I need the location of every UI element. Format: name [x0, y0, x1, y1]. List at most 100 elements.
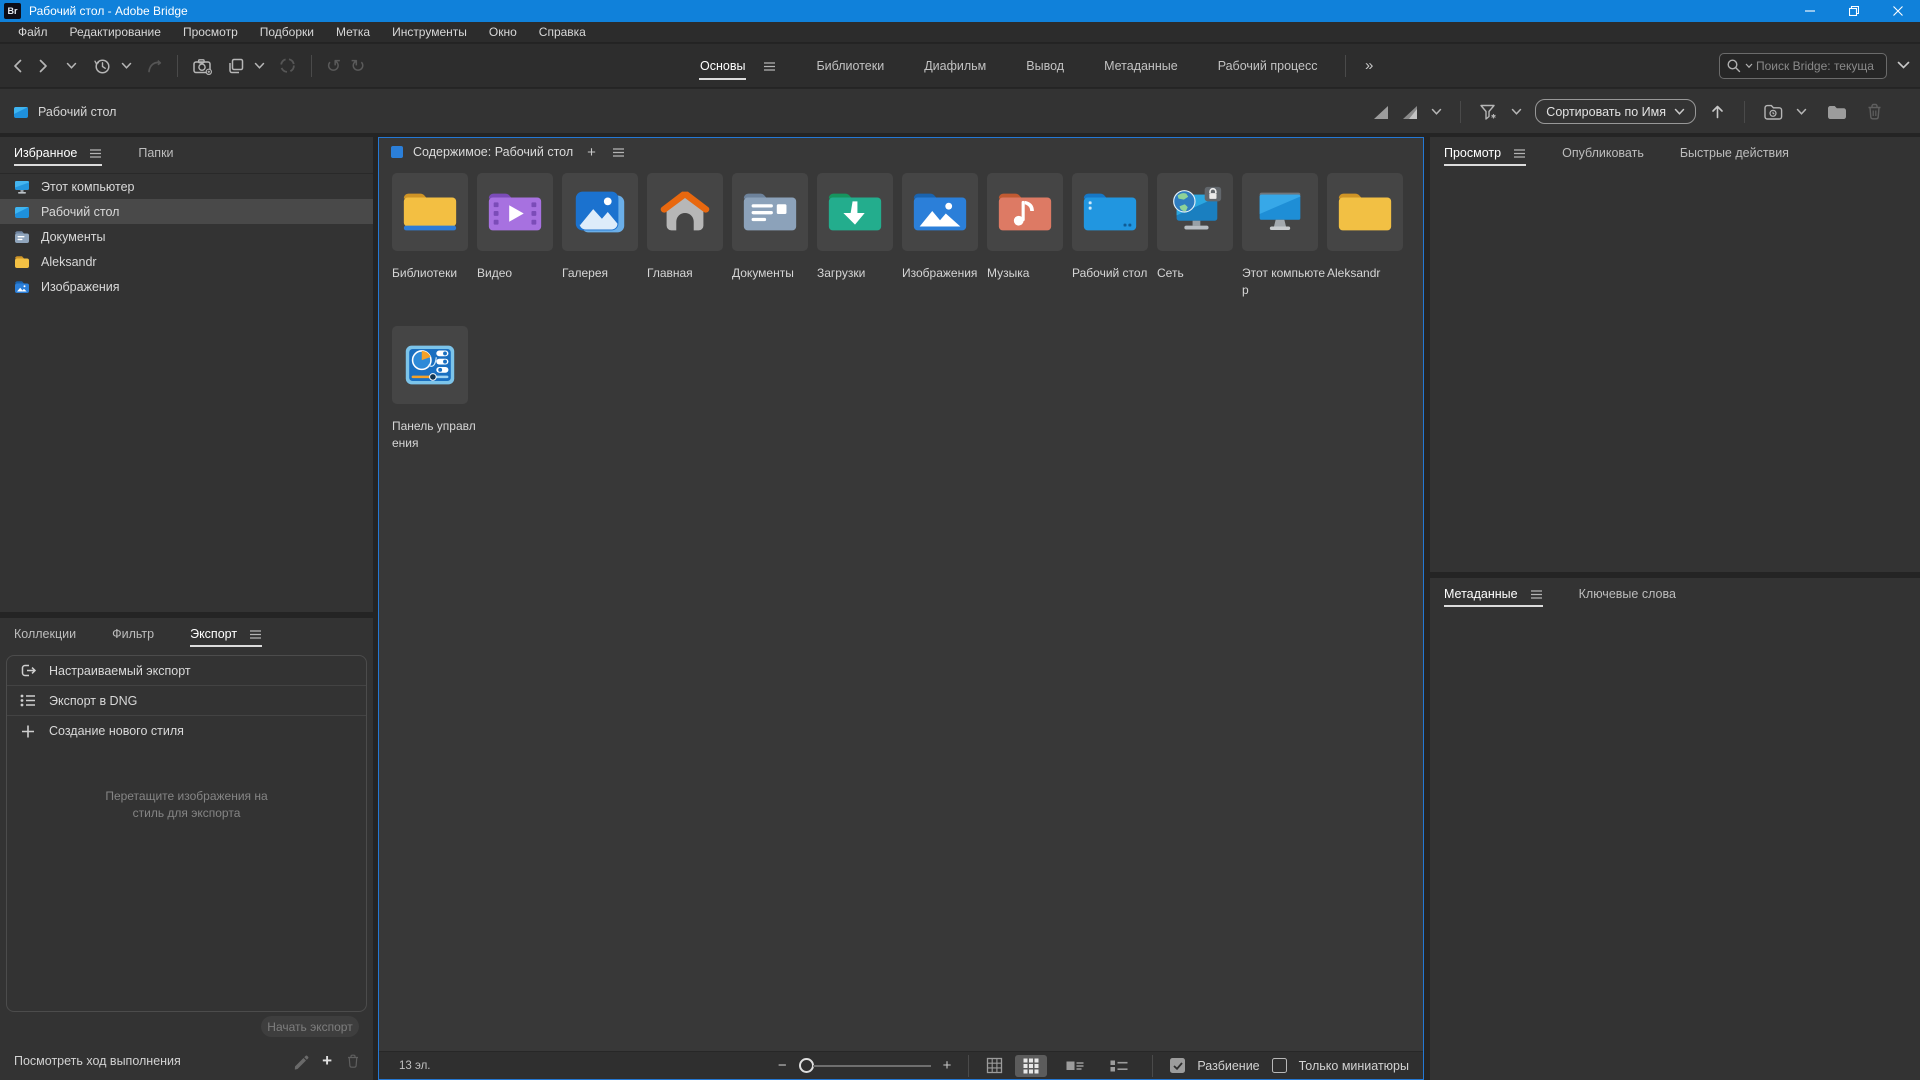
content-item-music[interactable]: Музыка: [987, 173, 1063, 326]
content-item-gallery[interactable]: Галерея: [562, 173, 638, 326]
zoom-out-button[interactable]: −: [778, 1057, 787, 1074]
tabs-divider: [1345, 55, 1346, 77]
tab-favorites[interactable]: Избранное: [14, 146, 102, 160]
this-pc-icon: [1249, 185, 1311, 239]
back-button[interactable]: [10, 57, 26, 75]
forward-button[interactable]: [35, 57, 51, 75]
favorite-aleksandr[interactable]: Aleksandr: [0, 249, 373, 274]
panel-menu-icon[interactable]: [1530, 589, 1543, 599]
thumbnails-only-checkbox[interactable]: [1272, 1058, 1287, 1073]
panel-menu-icon[interactable]: [1513, 148, 1526, 158]
search-input[interactable]: [1756, 59, 1880, 73]
tab-publish[interactable]: Опубликовать: [1562, 146, 1644, 160]
get-photos-camera-button[interactable]: [192, 56, 213, 75]
filter-funnel-icon[interactable]: [1479, 103, 1498, 121]
thumbnail-quality-icon[interactable]: [1373, 104, 1389, 120]
add-content-tab-button[interactable]: +: [587, 144, 596, 161]
grid-lock-button[interactable]: [986, 1057, 1003, 1074]
menu-file[interactable]: Файл: [7, 22, 59, 43]
quality-chevron-icon[interactable]: [1431, 108, 1442, 116]
menu-label[interactable]: Метка: [325, 22, 381, 43]
content-statusbar: 13 эл. − + Разбиение: [379, 1051, 1423, 1079]
content-item-desktop[interactable]: Рабочий стол: [1072, 173, 1148, 326]
sortbar-divider: [1460, 101, 1461, 123]
menu-stacks[interactable]: Подборки: [249, 22, 325, 43]
tab-preview[interactable]: Просмотр: [1444, 146, 1526, 160]
workspace-overflow-button[interactable]: »: [1365, 57, 1373, 74]
content-item-aleksandr[interactable]: Aleksandr: [1327, 173, 1403, 326]
favorite-this-pc[interactable]: Этот компьютер: [0, 174, 373, 199]
navigate-menu-chevron-icon[interactable]: [66, 62, 77, 70]
history-chevron-icon[interactable]: [121, 62, 132, 70]
rotate-cw-button: ↻: [350, 57, 365, 75]
content-item-home[interactable]: Главная: [647, 173, 723, 326]
tab-keywords[interactable]: Ключевые слова: [1579, 587, 1676, 601]
favorites-list: Этот компьютер Рабочий стол Документы Al…: [0, 173, 373, 299]
menu-tools[interactable]: Инструменты: [381, 22, 478, 43]
batch-chevron-icon[interactable]: [254, 62, 265, 70]
favorite-documents[interactable]: Документы: [0, 224, 373, 249]
details-view-button[interactable]: [1059, 1055, 1091, 1077]
workspace-tab-essentials[interactable]: Основы: [700, 59, 745, 73]
menu-view[interactable]: Просмотр: [172, 22, 249, 43]
workspace-menu-icon[interactable]: [763, 61, 776, 71]
workspace-tab-workflow[interactable]: Рабочий процесс: [1218, 59, 1318, 73]
add-preset-button[interactable]: +: [322, 1053, 332, 1069]
tab-collections[interactable]: Коллекции: [14, 627, 76, 641]
tab-folders[interactable]: Папки: [138, 146, 173, 160]
tab-export[interactable]: Экспорт: [190, 627, 262, 641]
split-view-checkbox[interactable]: [1170, 1058, 1185, 1073]
tab-quick-actions[interactable]: Быстрые действия: [1680, 146, 1789, 160]
content-item-this-pc[interactable]: Этот компьютер: [1242, 173, 1318, 326]
menu-edit[interactable]: Редактирование: [59, 22, 172, 43]
recent-folder-button[interactable]: [1763, 103, 1783, 120]
favorite-desktop[interactable]: Рабочий стол: [0, 199, 373, 224]
batch-stack-button[interactable]: [226, 57, 245, 75]
content-item-pictures[interactable]: Изображения: [902, 173, 978, 326]
content-item-downloads[interactable]: Загрузки: [817, 173, 893, 326]
toolbar-divider: [177, 55, 178, 77]
sort-ascending-button[interactable]: [1709, 103, 1726, 120]
list-view-button[interactable]: [1103, 1055, 1135, 1077]
preview-quality-icon[interactable]: [1402, 104, 1418, 120]
minimize-button[interactable]: [1788, 0, 1832, 22]
adobe-bridge-window: Br Рабочий стол - Adobe Bridge Файл Реда…: [0, 0, 1920, 1080]
content-menu-icon[interactable]: [612, 147, 625, 157]
workspace-tab-output[interactable]: Вывод: [1026, 59, 1064, 73]
search-box: [1719, 53, 1887, 79]
export-custom-row[interactable]: Настраиваемый экспорт: [7, 656, 366, 686]
search-options-chevron-icon[interactable]: [1897, 61, 1910, 70]
export-dng-row[interactable]: Экспорт в DNG: [7, 686, 366, 716]
workspace-tab-filmstrip[interactable]: Диафильм: [924, 59, 986, 73]
view-progress-label[interactable]: Посмотреть ход выполнения: [14, 1054, 181, 1068]
panel-menu-icon[interactable]: [89, 148, 102, 158]
menu-help[interactable]: Справка: [528, 22, 597, 43]
content-item-documents[interactable]: Документы: [732, 173, 808, 326]
filter-chevron-icon[interactable]: [1511, 108, 1522, 116]
panel-menu-icon[interactable]: [249, 629, 262, 639]
thumbnail-view-button[interactable]: [1015, 1055, 1047, 1077]
sort-dropdown[interactable]: Сортировать по Имя: [1535, 99, 1696, 124]
slider-thumb[interactable]: [799, 1058, 814, 1073]
breadcrumb[interactable]: Рабочий стол: [12, 89, 116, 134]
content-item-libraries[interactable]: Библиотеки: [392, 173, 468, 326]
zoom-in-button[interactable]: +: [943, 1057, 952, 1074]
tab-metadata[interactable]: Метаданные: [1444, 587, 1543, 601]
dng-list-icon: [19, 692, 37, 709]
workspace-tab-libraries[interactable]: Библиотеки: [816, 59, 884, 73]
workspace-tab-metadata[interactable]: Метаданные: [1104, 59, 1178, 73]
thumbnail-size-slider[interactable]: [799, 1058, 931, 1073]
content-item-videos[interactable]: Видео: [477, 173, 553, 326]
new-folder-button[interactable]: [1826, 103, 1846, 120]
menu-window[interactable]: Окно: [478, 22, 528, 43]
recent-folder-chevron-icon[interactable]: [1796, 108, 1807, 116]
close-button[interactable]: [1876, 0, 1920, 22]
recent-history-button[interactable]: [92, 56, 112, 76]
content-item-control-panel[interactable]: Панель управления: [392, 326, 468, 479]
slider-track[interactable]: [813, 1065, 931, 1067]
restore-button[interactable]: [1832, 0, 1876, 22]
favorite-pictures[interactable]: Изображения: [0, 274, 373, 299]
tab-filter[interactable]: Фильтр: [112, 627, 154, 641]
export-new-preset-row[interactable]: Создание нового стиля: [7, 716, 366, 746]
content-item-network[interactable]: Сеть: [1157, 173, 1233, 326]
